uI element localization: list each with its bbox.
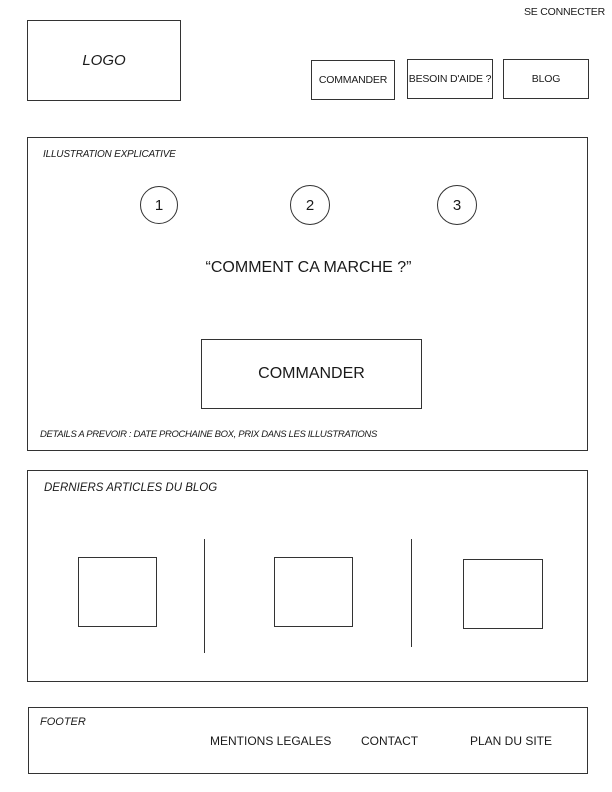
logo-box: LOGO	[27, 20, 181, 101]
commander-cta-button[interactable]: COMMANDER	[201, 339, 422, 409]
footer-label: FOOTER	[40, 716, 86, 728]
blog-article-1-thumbnail[interactable]	[78, 557, 157, 627]
logo-text: LOGO	[82, 52, 126, 69]
nav-blog-button[interactable]: BLOG	[503, 59, 589, 99]
footer-link-contact[interactable]: CONTACT	[361, 734, 418, 748]
nav-commander-label: COMMANDER	[318, 74, 388, 86]
footer-link-legal[interactable]: MENTIONS LEGALES	[210, 734, 331, 748]
illustration-section: ILLUSTRATION EXPLICATIVE 1 2 3 “COMMENT …	[27, 137, 588, 451]
step-3-number: 3	[452, 196, 462, 214]
blog-divider-2	[411, 539, 412, 647]
step-2-circle[interactable]: 2	[290, 185, 330, 225]
nav-commander-button[interactable]: COMMANDER	[311, 60, 395, 100]
main-nav: COMMANDER BESOIN D'AIDE ? BLOG	[310, 59, 590, 101]
step-2-number: 2	[305, 196, 315, 214]
commander-cta-label: COMMANDER	[258, 365, 365, 382]
login-link[interactable]: SE CONNECTER	[505, 6, 605, 20]
blog-article-2-thumbnail[interactable]	[274, 557, 353, 627]
nav-help-button[interactable]: BESOIN D'AIDE ?	[407, 59, 493, 99]
step-1-number: 1	[154, 196, 164, 214]
details-note: DETAILS A PREVOIR : DATE PROCHAINE BOX, …	[40, 429, 377, 440]
blog-divider-1	[204, 539, 205, 653]
blog-article-3-thumbnail[interactable]	[463, 559, 543, 629]
blog-section: DERNIERS ARTICLES DU BLOG	[27, 470, 588, 682]
illustration-section-label: ILLUSTRATION EXPLICATIVE	[43, 149, 176, 160]
step-1-circle[interactable]: 1	[140, 186, 178, 224]
footer-link-sitemap[interactable]: PLAN DU SITE	[470, 734, 552, 748]
step-3-circle[interactable]: 3	[437, 185, 477, 225]
nav-help-label: BESOIN D'AIDE ?	[408, 73, 492, 85]
blog-section-label: DERNIERS ARTICLES DU BLOG	[44, 482, 218, 494]
how-it-works-headline: “COMMENT CA MARCHE ?”	[205, 259, 412, 276]
nav-blog-label: BLOG	[531, 73, 561, 85]
footer: FOOTER MENTIONS LEGALES CONTACT PLAN DU …	[28, 707, 588, 774]
